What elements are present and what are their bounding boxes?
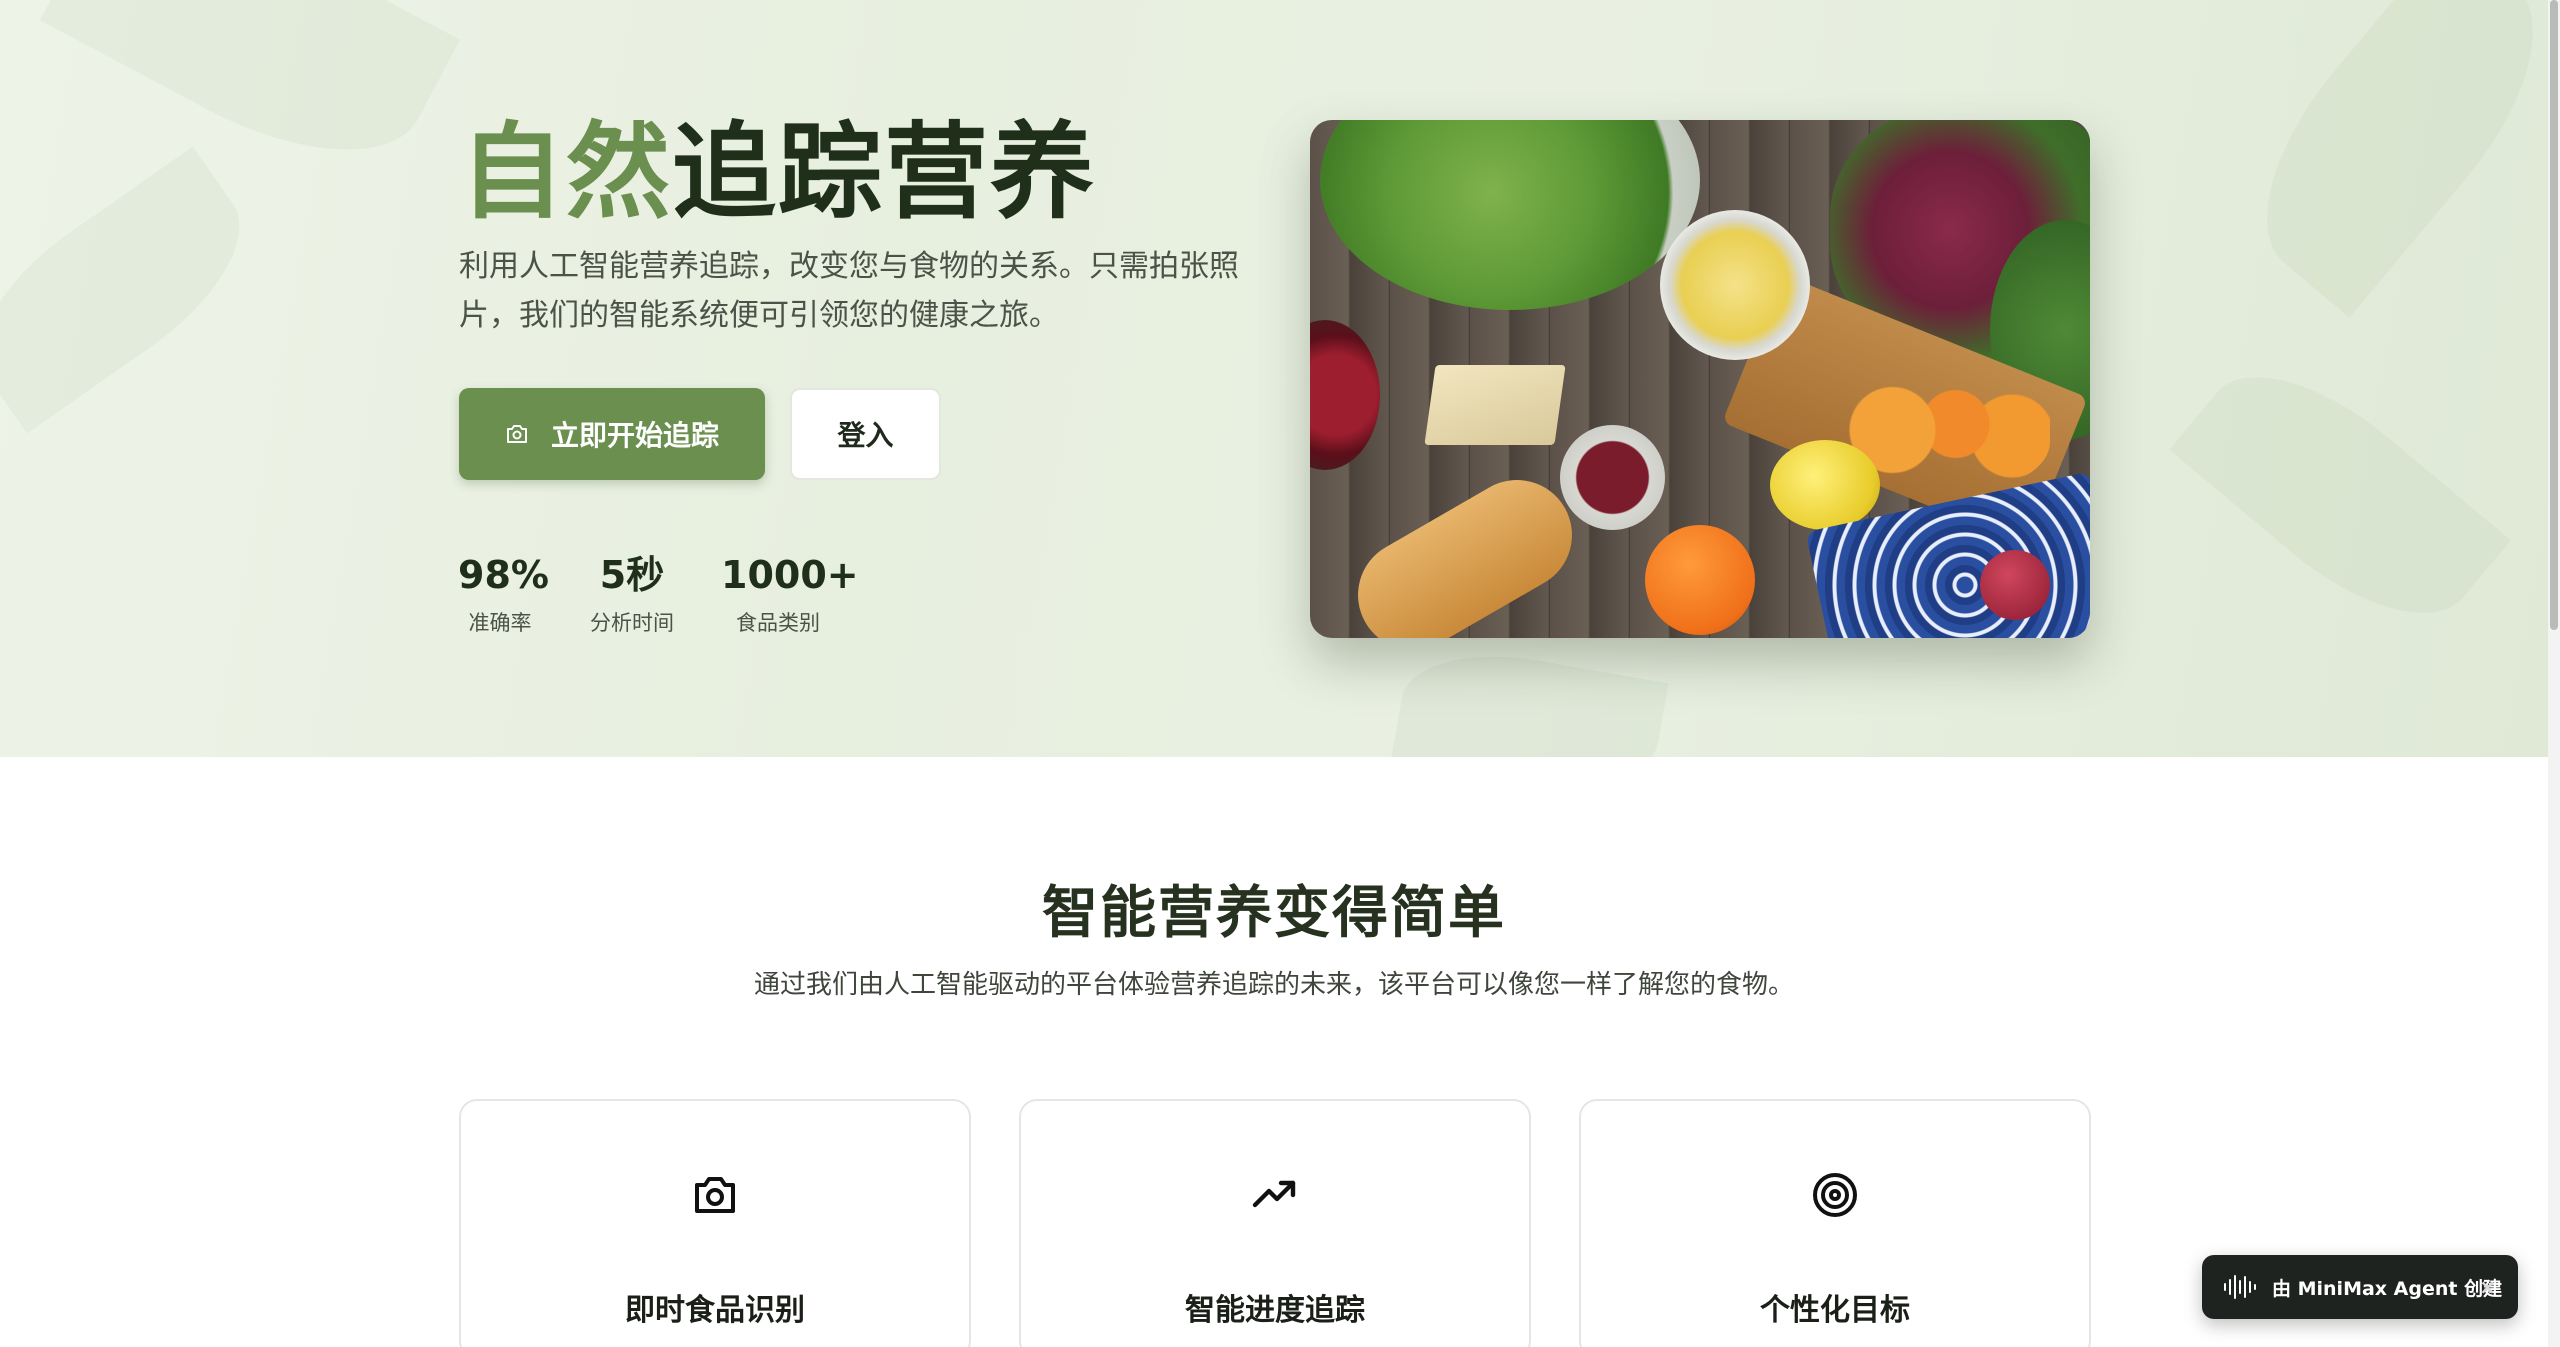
decorative-leaf xyxy=(1391,638,1669,757)
stat-accuracy: 98% 准确率 xyxy=(458,553,549,637)
radish xyxy=(1980,550,2050,620)
scrollbar-thumb[interactable] xyxy=(2550,0,2558,630)
stat-value: 1000+ xyxy=(721,553,859,597)
hero-title-rest: 追踪营养 xyxy=(672,111,1097,233)
hero-title: 自然追踪营养 xyxy=(460,112,1096,232)
stat-food-categories: 1000+ 食品类别 xyxy=(721,553,859,637)
lemon-bowl xyxy=(1660,210,1810,360)
decorative-leaf xyxy=(2169,334,2511,656)
hero-title-accent: 自然 xyxy=(460,111,673,233)
pomegranate-seeds-bowl xyxy=(1560,425,1665,530)
decorative-leaf xyxy=(39,0,461,199)
hero-food-image xyxy=(1310,120,2090,638)
pomegranate xyxy=(1310,320,1380,470)
page-scrollbar[interactable] xyxy=(2548,0,2560,1347)
camera-icon xyxy=(506,425,527,443)
start-tracking-button[interactable]: 立即开始追踪 xyxy=(459,388,765,480)
baguette xyxy=(1337,459,1593,638)
stat-analysis-time: 5秒 分析时间 xyxy=(588,553,676,637)
badge-close-button[interactable]: × xyxy=(2479,1275,2496,1299)
trending-up-icon xyxy=(1252,1180,1296,1208)
stat-value: 98% xyxy=(458,553,549,597)
decorative-leaf xyxy=(0,146,274,434)
stat-label: 分析时间 xyxy=(590,611,674,635)
tangerine xyxy=(1645,525,1755,635)
features-subtitle: 通过我们由人工智能驱动的平台体验营养追踪的未来，该平台可以像您一样了解您的食物。 xyxy=(753,970,1794,1000)
feature-card-title: 个性化目标 xyxy=(1760,1293,1910,1328)
start-tracking-label: 立即开始追踪 xyxy=(550,419,719,452)
badge-label: 由 MiniMax Agent 创建 xyxy=(2272,1277,2503,1300)
feature-card-food-recognition: 即时食品识别 xyxy=(459,1099,971,1347)
feature-card-title: 智能进度追踪 xyxy=(1185,1293,1365,1328)
feature-card-title: 即时食品识别 xyxy=(625,1293,805,1328)
hero-subtitle: 利用人工智能营养追踪，改变您与食物的关系。只需拍张照片，我们的智能系统便可引领您… xyxy=(459,249,1239,333)
login-button[interactable]: 登入 xyxy=(790,388,941,480)
stat-label: 准确率 xyxy=(468,611,532,635)
salad-bowl xyxy=(1320,120,1700,310)
hero-section: 自然追踪营养 利用人工智能营养追踪，改变您与食物的关系。只需拍张照片，我们的智能… xyxy=(0,0,2548,757)
decorative-leaf xyxy=(2219,0,2548,318)
target-icon xyxy=(1813,1173,1857,1217)
camera-icon xyxy=(695,1177,735,1213)
lemon xyxy=(1770,440,1880,530)
features-title: 智能营养变得简单 xyxy=(1042,881,1506,946)
feature-card-progress-tracking: 智能进度追踪 xyxy=(1019,1099,1531,1347)
cheese-block xyxy=(1424,365,1566,445)
stat-label: 食品类别 xyxy=(736,611,820,635)
feature-card-personal-goals: 个性化目标 xyxy=(1579,1099,2091,1347)
minimax-agent-badge[interactable]: 由 MiniMax Agent 创建 × xyxy=(2202,1255,2518,1319)
sound-wave-icon xyxy=(2224,1275,2256,1299)
stat-value: 5秒 xyxy=(599,553,665,597)
